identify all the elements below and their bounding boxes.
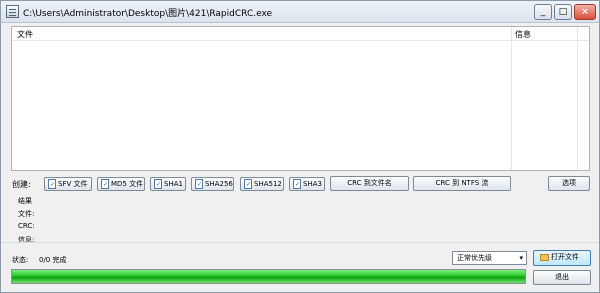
title-bar[interactable]: C:\Users\Administrator\Desktop\图片\421\Ra… bbox=[1, 1, 599, 23]
priority-selected-value: 正常优先级 bbox=[457, 254, 492, 262]
results-panel: 结果 文件: CRC: 信息: bbox=[18, 196, 35, 248]
section-divider bbox=[1, 242, 599, 243]
document-check-icon bbox=[154, 179, 162, 191]
open-file-button[interactable]: 打开文件 bbox=[533, 250, 591, 266]
crc-to-ntfs-button[interactable]: CRC 到 NTFS 流 bbox=[413, 176, 511, 191]
results-heading: 结果 bbox=[18, 197, 32, 205]
column-divider[interactable] bbox=[511, 27, 512, 170]
create-sha3-button[interactable]: SHA3 bbox=[289, 177, 325, 191]
minimize-icon: _ bbox=[540, 7, 546, 17]
minimize-button[interactable]: _ bbox=[534, 4, 552, 20]
window-title: C:\Users\Administrator\Desktop\图片\421\Ra… bbox=[23, 9, 273, 19]
column-info-header[interactable]: 信息 bbox=[515, 29, 531, 40]
chevron-down-icon: ▾ bbox=[519, 254, 523, 262]
document-check-icon bbox=[293, 179, 301, 191]
create-sha512-button[interactable]: SHA512 bbox=[240, 177, 284, 191]
result-crc-label: CRC: bbox=[18, 222, 35, 230]
priority-dropdown[interactable]: 正常优先级 ▾ bbox=[452, 251, 527, 265]
progress-bar bbox=[11, 269, 526, 284]
create-sfv-button[interactable]: SFV 文件 bbox=[44, 177, 92, 191]
exit-button[interactable]: 退出 bbox=[533, 270, 591, 285]
close-button[interactable]: × bbox=[574, 4, 596, 20]
document-check-icon bbox=[244, 179, 252, 191]
create-md5-button[interactable]: MD5 文件 bbox=[97, 177, 145, 191]
progress-fill bbox=[12, 270, 525, 283]
status-label: 状态: bbox=[12, 256, 29, 264]
column-divider[interactable] bbox=[577, 27, 578, 170]
column-file-header[interactable]: 文件 bbox=[17, 29, 33, 40]
status-value: 0/0 完成 bbox=[39, 256, 67, 264]
result-file-label: 文件: bbox=[18, 210, 35, 218]
application-icon bbox=[6, 5, 19, 18]
options-button[interactable]: 选项 bbox=[548, 176, 590, 191]
rapidcrc-window: C:\Users\Administrator\Desktop\图片\421\Ra… bbox=[0, 0, 600, 293]
maximize-icon: □ bbox=[558, 7, 568, 17]
create-sha256-button[interactable]: SHA256 bbox=[191, 177, 234, 191]
open-file-label: 打开文件 bbox=[551, 253, 579, 261]
create-label: 创建: bbox=[12, 180, 31, 189]
close-icon: × bbox=[581, 7, 589, 17]
table-header: 文件 信息 bbox=[12, 27, 589, 41]
maximize-button[interactable]: □ bbox=[554, 4, 572, 20]
create-sha1-button[interactable]: SHA1 bbox=[150, 177, 186, 191]
document-check-icon bbox=[48, 179, 56, 191]
document-check-icon bbox=[195, 179, 203, 191]
file-list-table[interactable]: 文件 信息 bbox=[11, 26, 590, 171]
document-check-icon bbox=[101, 179, 109, 191]
folder-icon bbox=[540, 254, 549, 261]
crc-to-filename-button[interactable]: CRC 到文件名 bbox=[330, 176, 409, 191]
